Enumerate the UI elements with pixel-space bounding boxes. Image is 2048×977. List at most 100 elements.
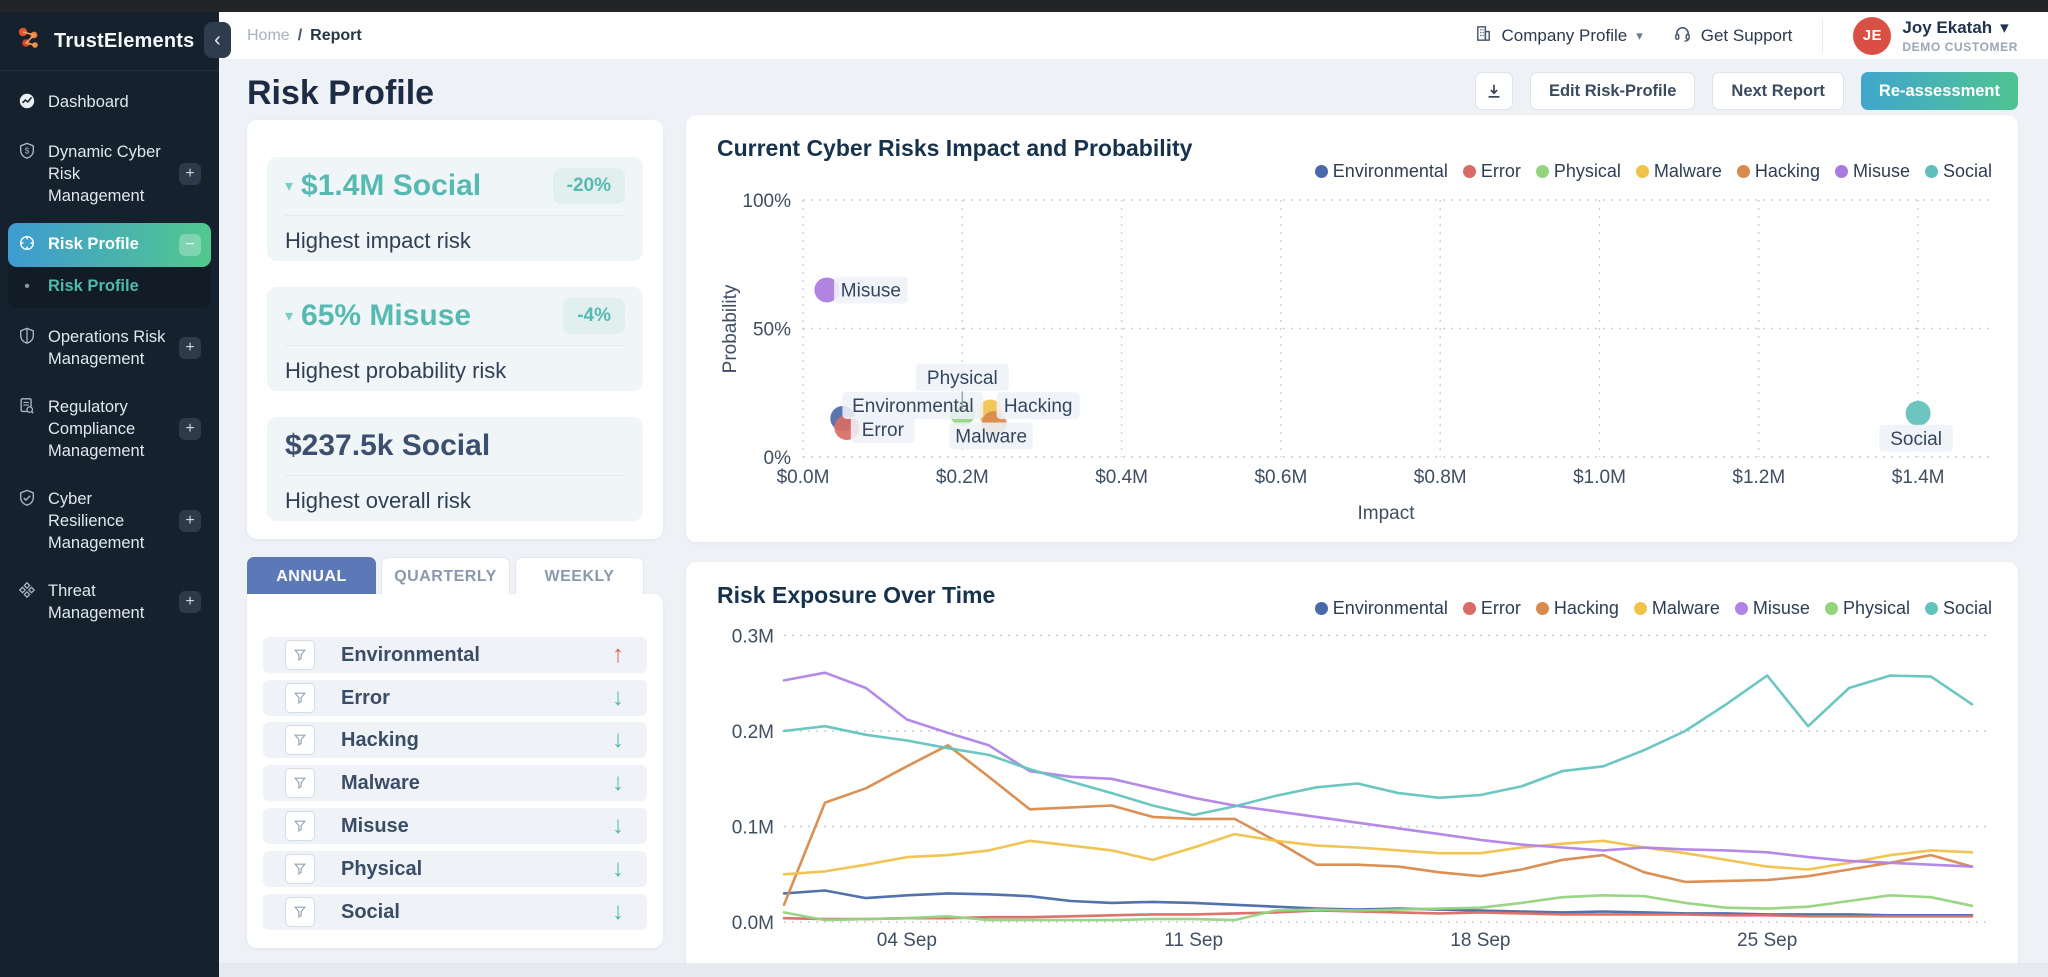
risk-list-panel: Environmental ↑ Error ↓ Hacking ↓ Malwar… xyxy=(247,594,663,948)
filter-funnel-icon[interactable] xyxy=(285,897,315,927)
user-role-badge: DEMO CUSTOMER xyxy=(1902,39,2018,54)
caret-down-icon: ▾ xyxy=(285,178,294,195)
legend-dot xyxy=(1734,602,1748,615)
trend-arrow-icon: ↓ xyxy=(612,769,624,796)
legend-label: Hacking xyxy=(1553,598,1619,618)
x-tick-label: $0.0M xyxy=(777,467,830,488)
tab-weekly[interactable]: WEEKLY xyxy=(515,557,644,595)
sidebar-item-operations-risk[interactable]: Operations Risk Management + xyxy=(8,316,211,380)
expand-plus-icon[interactable]: + xyxy=(179,510,201,532)
sidebar-item-label: Regulatory Compliance Management xyxy=(48,398,145,460)
legend-label: Error xyxy=(1480,161,1521,181)
risk-row[interactable]: Physical ↓ xyxy=(263,851,647,887)
legend-item-physical[interactable]: Physical xyxy=(1824,598,1910,619)
y-tick-label: 0.0M xyxy=(732,913,774,934)
risk-row-label: Environmental xyxy=(341,643,480,666)
crosshair-icon xyxy=(18,581,36,604)
legend-item-error[interactable]: Error xyxy=(1462,598,1521,619)
filter-funnel-icon[interactable] xyxy=(285,768,315,798)
brand-logo[interactable]: TrustElements xyxy=(0,12,219,71)
risk-row[interactable]: Misuse ↓ xyxy=(263,808,647,844)
sidebar-subitem-label: Risk Profile xyxy=(48,277,139,295)
page-actions: Edit Risk-Profile Next Report Re-assessm… xyxy=(1474,72,2018,110)
risk-row[interactable]: Malware ↓ xyxy=(263,765,647,801)
risk-row[interactable]: Environmental ↑ xyxy=(263,637,647,673)
filter-funnel-icon[interactable] xyxy=(285,640,315,670)
sidebar-item-cyber-resilience[interactable]: Cyber Resilience Management + xyxy=(8,478,211,564)
chart-legend: Environmental Error Physical Malware Hacking… xyxy=(1314,161,1992,182)
legend-item-environmental[interactable]: Environmental xyxy=(1314,598,1448,619)
risk-row[interactable]: Error ↓ xyxy=(263,680,647,716)
filter-funnel-icon[interactable] xyxy=(285,854,315,884)
filter-funnel-icon[interactable] xyxy=(285,811,315,841)
legend-dot xyxy=(1635,165,1649,178)
shield-check-icon xyxy=(18,489,36,512)
sidebar-item-regulatory-compliance[interactable]: Regulatory Compliance Management + xyxy=(8,386,211,472)
risk-row[interactable]: Hacking ↓ xyxy=(263,722,647,758)
expand-plus-icon[interactable]: + xyxy=(179,163,201,185)
impact-probability-chart-card: $0.0M $0.2M $0.4M $0.6M $0.8M $1.0M $1.2M $1.4M… xyxy=(686,115,2018,542)
collapse-minus-icon[interactable]: − xyxy=(179,234,201,256)
legend-dot xyxy=(1535,602,1549,615)
legend-item-malware[interactable]: Malware xyxy=(1633,598,1720,619)
legend-item-physical[interactable]: Physical xyxy=(1535,161,1621,182)
sidebar-item-dynamic-cyber-risk[interactable]: $ Dynamic Cyber Risk Management + xyxy=(8,131,211,217)
trend-arrow-icon: ↓ xyxy=(612,812,624,839)
get-support-link[interactable]: Get Support xyxy=(1673,24,1792,48)
breadcrumb: Home / Report xyxy=(247,27,362,45)
edit-risk-profile-button[interactable]: Edit Risk-Profile xyxy=(1529,72,1696,110)
trend-arrow-icon: ↓ xyxy=(612,726,624,753)
dashboard-icon xyxy=(18,92,36,115)
horizontal-scrollbar-track[interactable] xyxy=(219,963,2048,977)
expand-plus-icon[interactable]: + xyxy=(179,337,201,359)
x-tick-label: $1.0M xyxy=(1573,467,1626,488)
y-tick-label: 50% xyxy=(753,320,791,341)
legend-item-hacking[interactable]: Hacking xyxy=(1535,598,1619,619)
user-menu[interactable]: JE Joy Ekatah ▾ DEMO CUSTOMER xyxy=(1853,16,2018,55)
expand-plus-icon[interactable]: + xyxy=(179,591,201,613)
next-report-button[interactable]: Next Report xyxy=(1712,72,1844,110)
tab-annual[interactable]: ANNUAL xyxy=(247,557,376,595)
breadcrumb-home[interactable]: Home xyxy=(247,27,290,45)
sidebar-item-risk-profile[interactable]: Risk Profile − xyxy=(8,223,211,267)
download-button[interactable] xyxy=(1474,72,1513,110)
legend-item-error[interactable]: Error xyxy=(1462,161,1521,182)
risk-row-label: Misuse xyxy=(341,814,409,837)
sidebar-item-dashboard[interactable]: Dashboard xyxy=(8,81,211,125)
sidebar-collapse-button[interactable]: ‹ xyxy=(204,22,231,58)
legend-label: Environmental xyxy=(1332,598,1448,618)
stat-change-badge: -20% xyxy=(552,168,625,204)
sidebar-item-threat-management[interactable]: Threat Management + xyxy=(8,570,211,634)
expand-plus-icon[interactable]: + xyxy=(179,418,201,440)
stat-change-badge: -4% xyxy=(563,298,625,334)
stat-caption: Highest impact risk xyxy=(285,228,471,253)
legend-item-misuse[interactable]: Misuse xyxy=(1734,598,1810,619)
company-profile-menu[interactable]: Company Profile ▾ xyxy=(1474,24,1643,48)
trend-arrow-icon: ↑ xyxy=(612,641,624,668)
filter-funnel-icon[interactable] xyxy=(285,725,315,755)
chart-title: Risk Exposure Over Time xyxy=(717,582,996,608)
legend-item-misuse[interactable]: Misuse xyxy=(1834,161,1910,182)
legend-item-social[interactable]: Social xyxy=(1924,161,1992,182)
legend-label: Error xyxy=(1480,598,1521,618)
sidebar-item-label: Operations Risk Management xyxy=(48,328,166,368)
reassessment-button[interactable]: Re-assessment xyxy=(1860,72,2018,110)
x-tick-label: 18 Sep xyxy=(1450,930,1510,951)
legend-item-malware[interactable]: Malware xyxy=(1635,161,1722,182)
point-label: Hacking xyxy=(1004,396,1073,417)
sidebar-item-label: Dashboard xyxy=(48,93,129,111)
legend-item-hacking[interactable]: Hacking xyxy=(1736,161,1820,182)
risk-row[interactable]: Social ↓ xyxy=(263,894,647,930)
highest-impact-stat: ▾ $1.4M Social -20% Highest impact risk xyxy=(267,157,643,261)
legend-item-environmental[interactable]: Environmental xyxy=(1314,161,1448,182)
sidebar-subitem-risk-profile[interactable]: • Risk Profile xyxy=(8,265,211,308)
chart-title: Current Cyber Risks Impact and Probabili… xyxy=(717,135,1193,161)
line-chart: 0.0M 0.1M 0.2M 0.3M 04 Sep 11 Sep 18 Sep 25 Sep xyxy=(732,627,1992,951)
tab-quarterly[interactable]: QUARTERLY xyxy=(381,557,510,595)
filter-funnel-icon[interactable] xyxy=(285,683,315,713)
header-right-cluster: Company Profile ▾ Get Support JE Joy Eka… xyxy=(1474,16,2018,55)
risk-summary-card: ▾ $1.4M Social -20% Highest impact risk … xyxy=(247,120,663,539)
sidebar-item-label: Threat Management xyxy=(48,582,145,622)
legend-item-social[interactable]: Social xyxy=(1924,598,1992,619)
y-axis-title: Probability xyxy=(720,284,741,373)
